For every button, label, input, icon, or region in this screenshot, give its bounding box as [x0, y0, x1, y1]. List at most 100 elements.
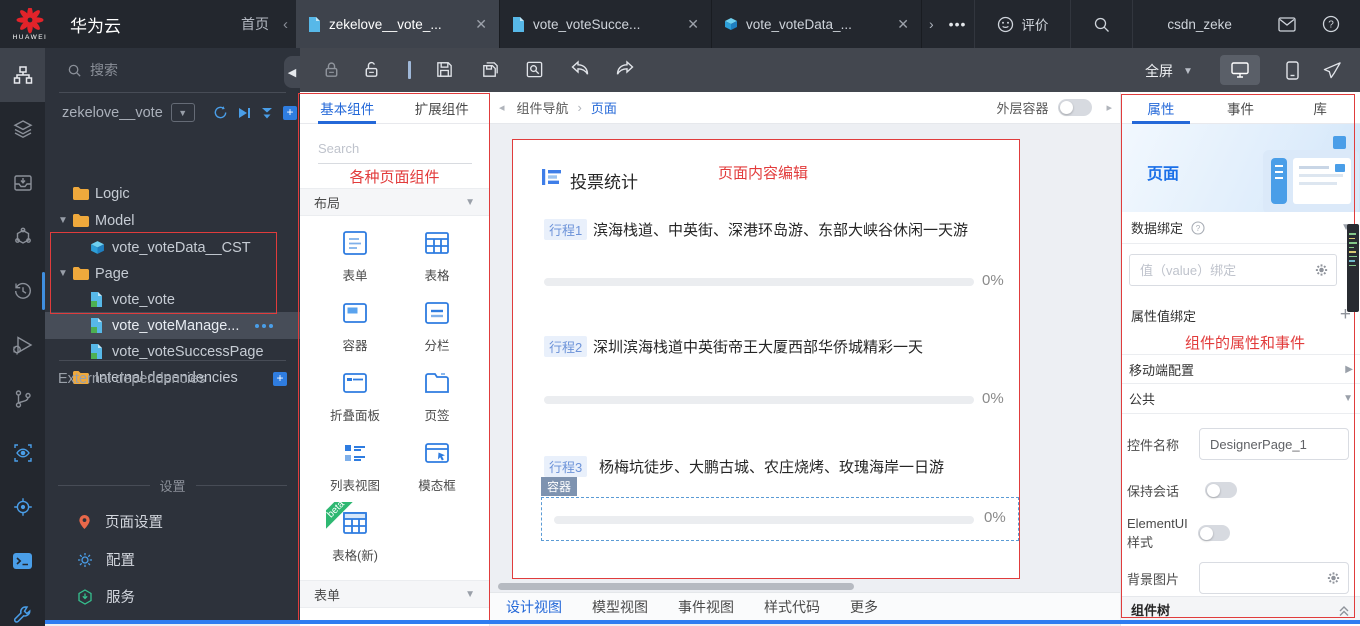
preview-button[interactable] [525, 60, 544, 79]
rail-target-button[interactable] [0, 480, 45, 534]
designed-page[interactable]: 投票统计 页面内容编辑 行程1 滨海栈道、中英街、深港环岛游、东部大峡谷休闲一天… [512, 139, 1020, 579]
component-tree-bar[interactable]: 组件树 [1121, 596, 1360, 622]
component-list-view[interactable]: 列表视图 [312, 438, 398, 494]
lock-button[interactable] [322, 60, 341, 79]
keep-session-toggle[interactable] [1205, 482, 1237, 498]
tab-events[interactable]: 事件 [1201, 92, 1281, 123]
services-item[interactable]: 服务 [77, 586, 135, 607]
rail-history-button[interactable] [0, 264, 45, 318]
rail-tools-button[interactable] [0, 588, 45, 626]
rail-terminal-button[interactable] [0, 534, 45, 588]
outer-container-toggle[interactable] [1058, 99, 1092, 116]
rail-debug-button[interactable] [0, 318, 45, 372]
undo-button[interactable] [570, 60, 590, 78]
component-columns[interactable]: 分栏 [394, 298, 480, 354]
scroll-right-icon[interactable]: ▸ [1106, 101, 1112, 114]
collapse-panel-handle[interactable]: ◀ [284, 56, 300, 88]
unlock-button[interactable] [362, 60, 381, 79]
divider-insert-icon[interactable] [408, 61, 411, 79]
mobile-config-section[interactable]: 移动端配置 ▶ [1121, 354, 1360, 384]
tree-item-data-object[interactable]: vote_voteData__CST [45, 235, 300, 260]
publish-button[interactable] [1312, 55, 1352, 85]
component-tabs[interactable]: 页签 [394, 368, 480, 424]
component-collapse-panel[interactable]: 折叠面板 [312, 368, 398, 424]
value-binding-gear-button[interactable] [1314, 263, 1329, 278]
tab-extended-components[interactable]: 扩展组件 [395, 92, 490, 123]
tab-event-view[interactable]: 事件视图 [678, 597, 734, 617]
tree-item-page-folder[interactable]: ▼ Page [45, 261, 300, 286]
mobile-view-button[interactable] [1272, 55, 1312, 85]
section-form[interactable]: 表单 ▼ [300, 580, 489, 608]
add-external-dependency-button[interactable]: + [273, 372, 287, 386]
control-name-input[interactable] [1199, 428, 1349, 460]
value-binding-input[interactable] [1129, 254, 1337, 286]
scroll-left-icon[interactable]: ◂ [499, 101, 505, 114]
rail-preview-button[interactable] [0, 426, 45, 480]
refresh-icon[interactable] [213, 105, 228, 120]
username[interactable]: csdn_zeke [1133, 0, 1266, 48]
tab-style-code[interactable]: 样式代码 [764, 597, 820, 617]
breadcrumb-current[interactable]: 页面 [591, 98, 617, 117]
close-tab-icon[interactable]: ✕ [897, 16, 909, 33]
home-link[interactable]: 首页 [241, 0, 269, 48]
tab-more[interactable]: 更多 [850, 597, 878, 617]
caret-down-icon[interactable]: ▼ [58, 215, 68, 226]
horizontal-scrollbar[interactable] [498, 583, 854, 590]
caret-down-icon[interactable]: ▼ [58, 268, 68, 279]
tree-item-model[interactable]: ▼ Model [45, 208, 300, 233]
fullscreen-dropdown[interactable]: 全屏 ▼ [1145, 61, 1193, 81]
component-table-new[interactable]: beta 表格(新) [312, 508, 398, 564]
save-button[interactable] [435, 60, 454, 79]
redo-button[interactable] [615, 60, 635, 78]
save-all-button[interactable] [480, 60, 500, 80]
close-tab-icon[interactable]: ✕ [475, 16, 487, 33]
code-minimap[interactable] [1347, 224, 1359, 312]
app-switcher-dropdown[interactable]: ▼ [171, 103, 195, 122]
tab-properties[interactable]: 属性 [1121, 92, 1201, 123]
section-layout[interactable]: 布局 ▼ [300, 188, 489, 216]
add-resource-button[interactable]: + [283, 106, 297, 120]
doc-tab-data-object[interactable]: vote_voteData_... ✕ [712, 0, 922, 48]
tabs-scroll-right-icon[interactable]: › [922, 0, 941, 48]
explorer-search-input[interactable] [90, 62, 240, 78]
doc-tab-app[interactable]: zekelove__vote_... ✕ [296, 0, 500, 48]
component-table[interactable]: 表格 [394, 228, 480, 284]
component-search-input[interactable] [318, 141, 494, 156]
tab-model-view[interactable]: 模型视图 [592, 597, 648, 617]
configuration-item[interactable]: 配置 [77, 549, 135, 570]
rail-git-branch-button[interactable] [0, 372, 45, 426]
rail-layers-button[interactable] [0, 102, 45, 156]
item-actions-icon[interactable] [255, 324, 273, 328]
close-tab-icon[interactable]: ✕ [687, 16, 699, 33]
rail-relations-button[interactable] [0, 210, 45, 264]
tab-library[interactable]: 库 [1280, 92, 1360, 123]
tabs-more-icon[interactable]: ••• [941, 0, 975, 48]
rail-sitemap-button[interactable] [0, 48, 45, 102]
tree-item-logic[interactable]: Logic [45, 181, 300, 206]
run-import-icon[interactable] [237, 106, 251, 120]
component-modal[interactable]: 模态框 [394, 438, 480, 494]
selected-container-outline[interactable]: 0% [541, 497, 1019, 541]
global-search-button[interactable] [1071, 0, 1132, 48]
tree-item-vote-page[interactable]: vote_vote [45, 287, 300, 312]
rail-import-button[interactable] [0, 156, 45, 210]
data-binding-section[interactable]: 数据绑定 ? ▼ [1121, 212, 1360, 244]
component-container[interactable]: 容器 [312, 298, 398, 354]
page-settings-item[interactable]: 页面设置 [77, 511, 163, 532]
desktop-view-button[interactable] [1220, 55, 1260, 85]
component-form[interactable]: 表单 [312, 228, 398, 284]
feedback-button[interactable]: 评价 [975, 0, 1070, 48]
breadcrumb-root[interactable]: 组件导航 [517, 98, 569, 117]
tab-basic-components[interactable]: 基本组件 [300, 92, 395, 123]
help-button[interactable]: ? [1308, 0, 1354, 48]
tab-design-view[interactable]: 设计视图 [506, 597, 562, 617]
progress-bar [544, 396, 974, 404]
bg-image-gear-button[interactable] [1326, 571, 1341, 586]
tree-item-manage-page-selected[interactable]: vote_voteManage... [45, 312, 300, 339]
collapse-all-icon[interactable] [260, 106, 274, 120]
common-section[interactable]: 公共 ▼ [1121, 384, 1360, 414]
tabs-scroll-left-icon[interactable]: ‹ [283, 0, 288, 48]
doc-tab-success-page[interactable]: vote_voteSucce... ✕ [500, 0, 712, 48]
messages-button[interactable] [1266, 0, 1308, 48]
elementui-toggle[interactable] [1198, 525, 1230, 541]
